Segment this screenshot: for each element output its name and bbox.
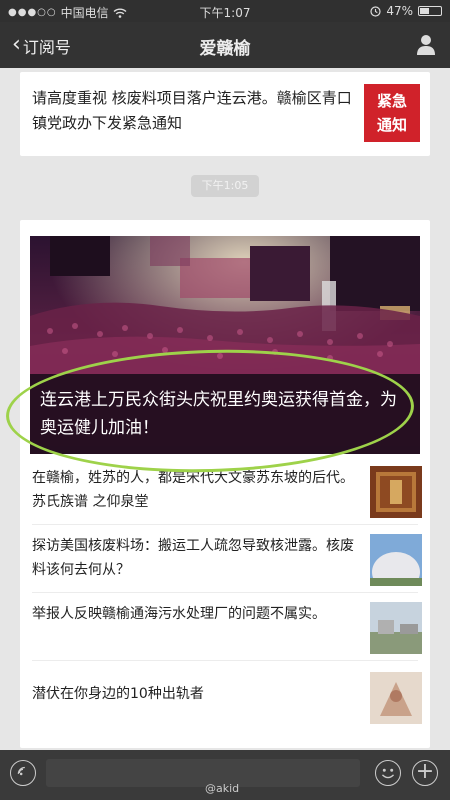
thumbnail-dome <box>370 534 422 586</box>
list-item-title: 举报人反映赣榆通海污水处理厂的问题不属实。 <box>32 606 326 622</box>
list-item[interactable]: 举报人反映赣榆通海污水处理厂的问题不属实。 <box>32 602 422 664</box>
clock-icon <box>370 5 381 17</box>
list-item[interactable]: 探访美国核废料场：搬运工人疏忽导致核泄露。核废料该何去何从？ <box>32 534 422 596</box>
emoji-icon[interactable] <box>375 760 401 786</box>
article-card-top[interactable]: 请高度重视 核废料项目落户连云港。赣榆区青口镇党政办下发紧急通知 紧急 通知 <box>20 72 430 156</box>
list-item-title: 在赣榆，姓苏的人，都是宋代大文豪苏东坡的后代。苏氏族谱 之仰泉堂 <box>32 470 354 510</box>
thumbnail-person <box>370 672 422 724</box>
urgent-notice-badge: 紧急 通知 <box>364 84 420 142</box>
battery-icon <box>418 6 442 16</box>
article-top-title: 请高度重视 核废料项目落户连云港。赣榆区青口镇党政办下发紧急通知 <box>32 89 352 132</box>
thumbnail-genealogy <box>370 466 422 518</box>
message-input[interactable] <box>46 759 360 787</box>
urgent-badge-line2: 通知 <box>376 116 407 134</box>
plus-button[interactable]: + <box>412 760 438 786</box>
divider <box>32 660 418 661</box>
battery-fill <box>420 8 430 14</box>
feature-caption: 连云港上万民众街头庆祝里约奥运获得首金，为奥运健儿加油！ <box>30 374 420 454</box>
thumbnail-plant <box>370 602 422 654</box>
divider <box>32 524 418 525</box>
list-item[interactable]: 潜伏在你身边的10种出轨者 <box>32 672 422 734</box>
status-bar: ●●●○○ 中国电信 下午1:07 47% <box>0 0 450 22</box>
input-bar: + @akid <box>0 750 450 800</box>
list-item[interactable]: 在赣榆，姓苏的人，都是宋代大文豪苏东坡的后代。苏氏族谱 之仰泉堂 <box>32 466 422 528</box>
article-card-multi: 连云港上万民众街头庆祝里约奥运获得首金，为奥运健儿加油！ 在赣榆，姓苏的人，都是… <box>20 220 430 748</box>
message-list: 请高度重视 核废料项目落户连云港。赣榆区青口镇党政办下发紧急通知 紧急 通知 下… <box>0 68 450 750</box>
nav-bar: ‹ 订阅号 爱赣榆 <box>0 22 450 68</box>
feature-article[interactable]: 连云港上万民众街头庆祝里约奥运获得首金，为奥运健儿加油！ <box>30 236 420 454</box>
urgent-badge-line1: 紧急 <box>376 92 407 110</box>
status-right: 47% <box>370 4 442 18</box>
battery-percent: 47% <box>386 4 413 18</box>
voice-icon[interactable] <box>10 760 36 786</box>
watermark: @akid <box>205 782 240 795</box>
profile-icon[interactable] <box>416 34 436 56</box>
divider <box>32 592 418 593</box>
list-item-title: 探访美国核废料场：搬运工人疏忽导致核泄露。核废料该何去何从？ <box>32 538 354 578</box>
page-title: 爱赣榆 <box>199 39 251 59</box>
list-item-title: 潜伏在你身边的10种出轨者 <box>32 686 204 702</box>
timestamp-pill: 下午1:05 <box>191 175 259 197</box>
